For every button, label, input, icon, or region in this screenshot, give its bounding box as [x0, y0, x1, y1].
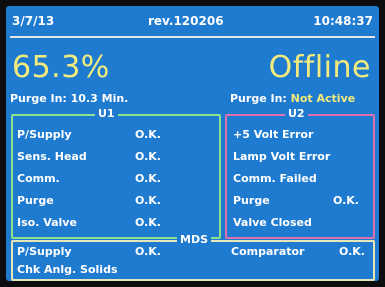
u2-row-status: O.K.: [333, 194, 359, 207]
u1-row-label: Sens. Head: [17, 150, 87, 163]
u2-purge-label: Purge In:: [230, 92, 287, 105]
mds-panel-title: MDS: [177, 233, 211, 246]
u2-row-valve-closed: Valve Closed: [233, 216, 369, 230]
mds-psupply-label: P/Supply: [17, 245, 72, 258]
u2-row-label: Comm. Failed: [233, 172, 317, 185]
u1-row-status: O.K.: [135, 150, 161, 163]
u2-row-label: +5 Volt Error: [233, 128, 314, 141]
analyzer-screen: 3/7/13 rev.120206 10:48:37 65.3% Offline…: [6, 6, 379, 281]
u1-panel-title: U1: [95, 107, 118, 120]
mds-comparator-status: O.K.: [339, 245, 365, 258]
mds-panel: MDS P/Supply O.K. Comparator O.K. Chk An…: [11, 233, 375, 281]
u1-row-label: Purge: [17, 194, 54, 207]
u1-row-status: O.K.: [135, 194, 161, 207]
time-readout: 10:48:37: [313, 14, 373, 28]
u1-row-psupply: P/Supply O.K.: [17, 128, 215, 142]
u1-purge-label: Purge In:: [10, 92, 67, 105]
u2-row-label: Valve Closed: [233, 216, 312, 229]
u1-purge-value: 10.3 Min.: [70, 92, 129, 105]
u1-row-purge: Purge O.K.: [17, 194, 215, 208]
revision-label: rev.120206: [148, 14, 224, 28]
u2-panel: U2 +5 Volt Error Lamp Volt Error Comm. F…: [225, 107, 375, 239]
u1-row-comm: Comm. O.K.: [17, 172, 215, 186]
u1-row-sens-head: Sens. Head O.K.: [17, 150, 215, 164]
u1-panel: U1 P/Supply O.K. Sens. Head O.K. Comm. O…: [11, 107, 221, 239]
u1-row-label: Iso. Valve: [17, 216, 77, 229]
u2-row-label: Lamp Volt Error: [233, 150, 331, 163]
u2-purge-value: Not Active: [290, 92, 356, 105]
u1-row-iso-valve: Iso. Valve O.K.: [17, 216, 215, 230]
status-bar: 3/7/13 rev.120206 10:48:37: [10, 6, 375, 38]
u2-panel-title: U2: [285, 107, 308, 120]
u1-row-label: P/Supply: [17, 128, 72, 141]
u2-row-comm-failed: Comm. Failed: [233, 172, 369, 186]
u1-row-status: O.K.: [135, 128, 161, 141]
mds-comparator-label: Comparator: [231, 245, 305, 258]
u1-row-status: O.K.: [135, 172, 161, 185]
u2-row-lamp-volt-error: Lamp Volt Error: [233, 150, 369, 164]
u1-purge-info: Purge In: 10.3 Min.: [10, 92, 128, 105]
u2-row-purge: Purge O.K.: [233, 194, 369, 208]
u1-row-label: Comm.: [17, 172, 60, 185]
u2-row-label: Purge: [233, 194, 270, 207]
u1-row-status: O.K.: [135, 216, 161, 229]
u2-row-5v-error: +5 Volt Error: [233, 128, 369, 142]
mds-psupply-status: O.K.: [135, 245, 161, 258]
u2-status-reading: Offline: [268, 50, 371, 85]
mds-solids-label: Chk Anlg. Solids: [17, 263, 118, 276]
u1-reading: 65.3%: [12, 50, 110, 85]
u2-purge-info: Purge In: Not Active: [230, 92, 355, 105]
date-readout: 3/7/13: [12, 14, 55, 28]
